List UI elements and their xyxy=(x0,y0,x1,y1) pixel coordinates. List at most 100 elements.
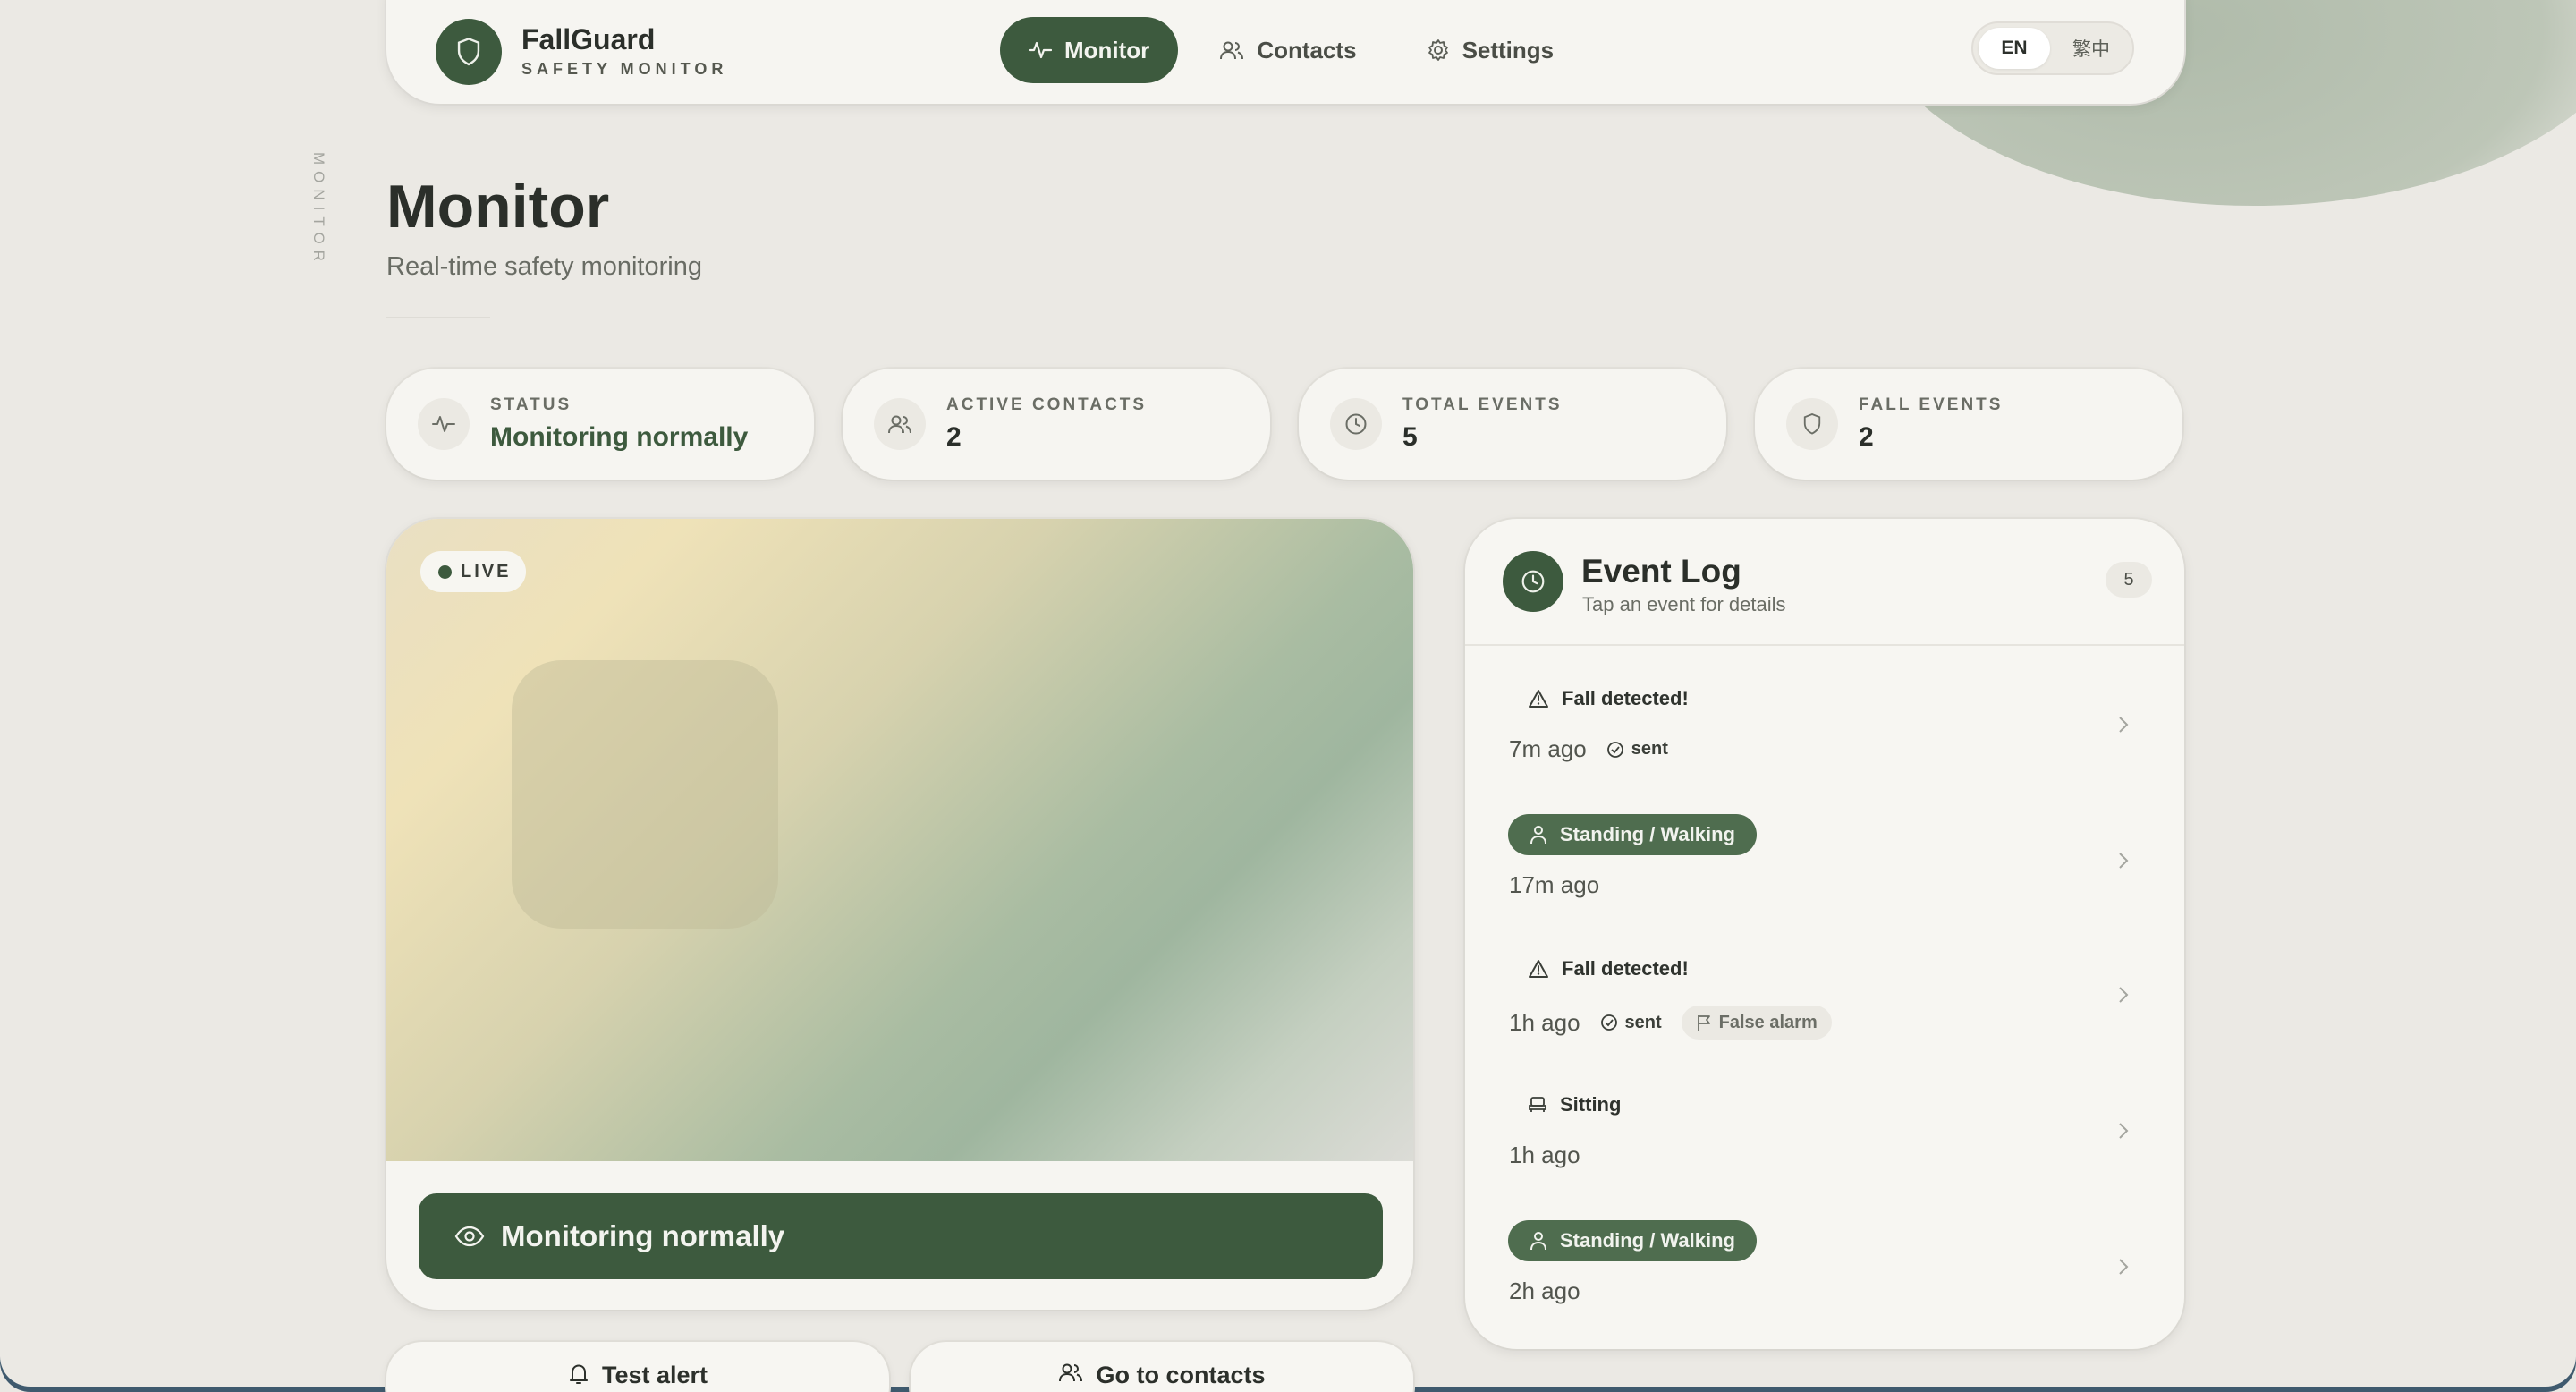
lang-en-button[interactable]: EN xyxy=(1979,28,2050,69)
monitoring-status-label: Monitoring normally xyxy=(501,1219,785,1252)
activity-icon xyxy=(1029,39,1052,61)
event-meta: 1h ago sent False alarm xyxy=(1509,1006,1832,1040)
event-log-panel: Event Log Tap an event for details 5 Fal… xyxy=(1465,519,2184,1349)
tab-contacts[interactable]: Contacts xyxy=(1191,17,1385,83)
stat-label: STATUS xyxy=(490,395,572,414)
event-row[interactable]: Fall detected! 1h ago sent False alarm xyxy=(1465,930,2184,1066)
flag-icon xyxy=(1696,1014,1712,1031)
nav-tabs: Monitor Contacts Settings xyxy=(1000,17,1582,83)
event-type-tag: Fall detected! xyxy=(1508,948,1708,989)
chevron-right-icon xyxy=(2118,716,2129,734)
false-alarm-badge: False alarm xyxy=(1681,1006,1832,1040)
sent-label: sent xyxy=(1624,1012,1662,1032)
tab-settings[interactable]: Settings xyxy=(1398,17,1583,83)
title-divider xyxy=(386,317,490,318)
stat-total-events: TOTAL EVENTS 5 xyxy=(1299,369,1726,480)
brand-subtitle: SAFETY MONITOR xyxy=(521,60,728,78)
event-time: 2h ago xyxy=(1509,1277,1580,1304)
event-row[interactable]: Sitting 1h ago xyxy=(1465,1066,2184,1202)
users-icon xyxy=(874,398,926,450)
stat-value: Monitoring normally xyxy=(490,422,749,452)
chevron-right-icon xyxy=(2118,852,2129,870)
clock-icon xyxy=(1503,551,1563,612)
chevron-right-icon xyxy=(2118,986,2129,1004)
go-to-contacts-button[interactable]: Go to contacts xyxy=(911,1342,1413,1392)
event-type-tag: Standing / Walking xyxy=(1508,814,1757,855)
chevron-right-icon xyxy=(2118,1258,2129,1276)
event-type-tag: Standing / Walking xyxy=(1508,1220,1757,1261)
tab-monitor[interactable]: Monitor xyxy=(1000,17,1179,83)
event-meta: 17m ago xyxy=(1509,871,1599,899)
event-type-label: Fall detected! xyxy=(1562,687,1689,709)
event-type-label: Standing / Walking xyxy=(1560,1229,1735,1252)
stat-status: STATUS Monitoring normally xyxy=(386,369,814,480)
brand-name: FallGuard xyxy=(521,23,656,55)
activity-icon xyxy=(418,398,470,450)
camera-feed: LIVE xyxy=(386,519,1413,1161)
stat-label: ACTIVE CONTACTS xyxy=(946,395,1148,414)
event-row[interactable]: Standing / Walking 2h ago xyxy=(1465,1202,2184,1338)
event-meta: 1h ago xyxy=(1509,1142,1580,1169)
stat-value: 2 xyxy=(946,422,962,452)
event-row[interactable]: Standing / Walking 17m ago xyxy=(1465,796,2184,932)
live-badge: LIVE xyxy=(420,551,526,592)
event-log-header: Event Log Tap an event for details 5 xyxy=(1465,519,2184,646)
false-alarm-label: False alarm xyxy=(1718,1012,1818,1032)
event-time: 7m ago xyxy=(1509,735,1587,762)
users-icon xyxy=(1219,39,1244,61)
page-subtitle: Real-time safety monitoring xyxy=(386,252,702,281)
chevron-right-icon xyxy=(2118,1122,2129,1140)
event-log-subtitle: Tap an event for details xyxy=(1582,593,1786,615)
event-meta: 7m ago sent xyxy=(1509,735,1668,763)
event-count-badge: 5 xyxy=(2106,562,2152,598)
person-icon xyxy=(1530,1231,1547,1251)
users-icon xyxy=(1058,1362,1083,1383)
event-type-label: Standing / Walking xyxy=(1560,823,1735,845)
sent-badge: sent xyxy=(1606,739,1668,760)
event-type-label: Sitting xyxy=(1560,1093,1622,1116)
shield-icon[interactable] xyxy=(436,19,502,85)
tab-settings-label: Settings xyxy=(1462,36,1555,64)
sent-badge: sent xyxy=(1600,1013,1662,1033)
event-type-tag: Fall detected! xyxy=(1508,678,1708,719)
stat-value: 5 xyxy=(1402,422,1418,452)
event-type-tag: Sitting xyxy=(1508,1084,1640,1125)
event-row[interactable]: Fall detected! 7m ago sent xyxy=(1465,660,2184,796)
stat-value: 2 xyxy=(1859,422,1874,452)
stat-label: TOTAL EVENTS xyxy=(1402,395,1563,414)
gear-icon xyxy=(1427,38,1450,62)
page-title: Monitor xyxy=(386,173,610,241)
live-dot-icon xyxy=(438,564,452,579)
camera-placeholder xyxy=(512,660,778,929)
app-window: MONITOR FallGuard SAFETY MONITOR Monitor… xyxy=(0,0,2576,1392)
monitoring-status-button[interactable]: Monitoring normally xyxy=(419,1193,1383,1279)
event-type-label: Fall detected! xyxy=(1562,957,1689,980)
lang-zh-button[interactable]: 繁中 xyxy=(2055,28,2127,69)
warning-icon xyxy=(1528,959,1549,979)
language-toggle: EN 繁中 xyxy=(1971,21,2134,75)
event-log-title: Event Log xyxy=(1581,553,1741,590)
brand: FallGuard SAFETY MONITOR xyxy=(521,23,727,79)
live-label: LIVE xyxy=(461,561,512,581)
warning-icon xyxy=(1528,689,1549,709)
side-section-label: MONITOR xyxy=(310,152,327,267)
event-time: 1h ago xyxy=(1509,1142,1580,1168)
eye-icon xyxy=(454,1226,485,1247)
check-circle-icon xyxy=(1606,741,1624,759)
event-meta: 2h ago xyxy=(1509,1277,1580,1305)
test-alert-button[interactable]: Test alert xyxy=(386,1342,889,1392)
stat-fall-events: FALL EVENTS 2 xyxy=(1755,369,2182,480)
check-circle-icon xyxy=(1600,1014,1618,1031)
stat-active-contacts: ACTIVE CONTACTS 2 xyxy=(843,369,1270,480)
bell-icon xyxy=(568,1362,589,1387)
go-to-contacts-label: Go to contacts xyxy=(1096,1362,1266,1388)
event-time: 1h ago xyxy=(1509,1008,1580,1036)
chair-icon xyxy=(1528,1096,1547,1114)
shield-icon xyxy=(1786,398,1838,450)
tab-contacts-label: Contacts xyxy=(1257,36,1357,64)
tab-monitor-label: Monitor xyxy=(1064,36,1150,64)
camera-card: LIVE Monitoring normally xyxy=(386,519,1413,1310)
stat-label: FALL EVENTS xyxy=(1859,395,2004,414)
test-alert-label: Test alert xyxy=(601,1362,708,1388)
top-nav: FallGuard SAFETY MONITOR Monitor Contact… xyxy=(386,0,2184,104)
